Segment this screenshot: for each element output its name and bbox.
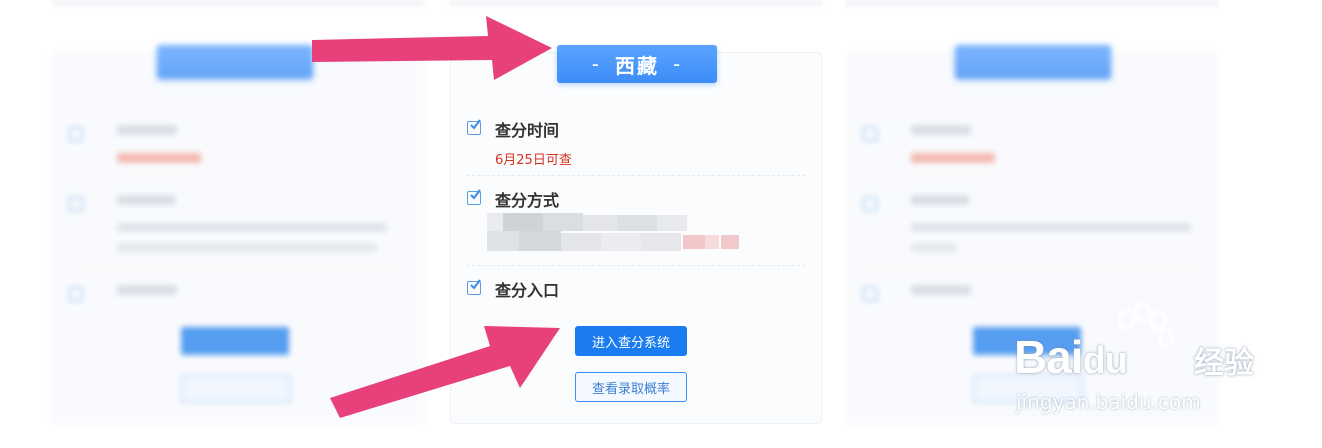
enter-button-blurred	[973, 327, 1081, 355]
check-icon	[863, 127, 877, 141]
tag-dash-left: -	[591, 52, 601, 76]
score-time-value: 6月25日可查	[495, 153, 572, 168]
check-icon	[467, 119, 481, 135]
rate-button-blurred	[181, 375, 291, 403]
divider	[863, 175, 1201, 176]
top-strip-left	[52, 0, 424, 6]
check-icon	[69, 287, 83, 301]
score-method-title: 查分方式	[495, 191, 560, 210]
top-strip-center	[450, 0, 822, 6]
divider	[467, 265, 805, 266]
province-card-right	[846, 45, 1218, 424]
blurred-text	[117, 243, 377, 252]
check-icon	[467, 279, 481, 295]
arrow-top-icon	[312, 16, 552, 80]
divider	[69, 267, 407, 268]
province-tag: - 西藏 -	[557, 45, 717, 83]
blurred-text	[911, 125, 971, 135]
view-admission-rate-button[interactable]: 查看录取概率	[575, 372, 687, 402]
score-entry-title: 查分入口	[495, 281, 560, 300]
check-icon	[863, 197, 877, 211]
divider	[69, 175, 407, 176]
enter-score-system-button[interactable]: 进入查分系统	[575, 326, 687, 356]
check-icon	[467, 189, 481, 205]
divider	[863, 267, 1201, 268]
blurred-text	[911, 285, 971, 295]
blurred-text	[911, 153, 995, 163]
blurred-text	[117, 125, 177, 135]
top-strip-right	[846, 0, 1218, 6]
blurred-text	[117, 285, 177, 295]
province-tag	[955, 45, 1111, 79]
blurred-text	[117, 195, 175, 205]
check-icon	[69, 197, 83, 211]
arrow-bottom-icon	[330, 326, 560, 418]
blurred-text	[117, 223, 387, 232]
redacted-text	[487, 213, 767, 253]
blurred-text	[911, 195, 969, 205]
rate-button-blurred	[973, 375, 1083, 403]
blurred-text	[117, 153, 201, 163]
check-icon	[863, 287, 877, 301]
province-tag	[157, 45, 313, 79]
province-name: 西藏	[615, 53, 659, 78]
check-icon	[69, 127, 83, 141]
score-time-title: 查分时间	[495, 121, 560, 140]
enter-button-blurred	[181, 327, 289, 355]
blurred-text	[911, 223, 1191, 232]
tag-dash-right: -	[673, 52, 683, 76]
divider	[467, 175, 805, 176]
blurred-text	[911, 243, 957, 252]
